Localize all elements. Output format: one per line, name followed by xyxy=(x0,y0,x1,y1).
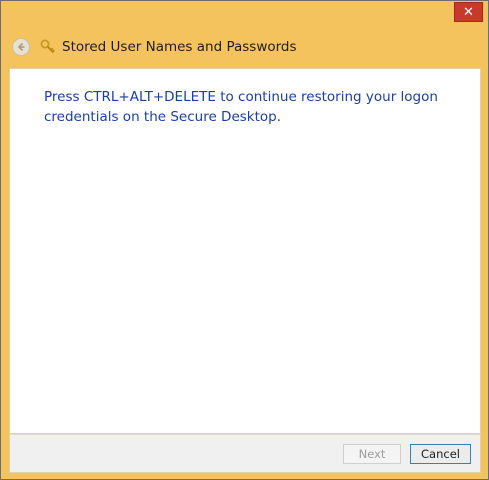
close-icon: ✕ xyxy=(463,4,474,20)
back-arrow-icon xyxy=(17,42,25,52)
key-icon xyxy=(40,39,56,55)
dialog-header: Stored User Names and Passwords xyxy=(9,31,480,63)
cancel-button[interactable]: Cancel xyxy=(410,444,471,464)
instruction-text: Press CTRL+ALT+DELETE to continue restor… xyxy=(44,89,438,125)
close-button[interactable]: ✕ xyxy=(454,2,483,22)
button-bar: Next Cancel xyxy=(9,434,481,473)
content-panel: Press CTRL+ALT+DELETE to continue restor… xyxy=(9,68,481,434)
dialog-window: ✕ Stored User Names and Passwords Press … xyxy=(0,0,489,480)
window-title: Stored User Names and Passwords xyxy=(62,39,297,55)
next-button[interactable]: Next xyxy=(343,444,401,464)
back-button[interactable] xyxy=(12,38,30,56)
